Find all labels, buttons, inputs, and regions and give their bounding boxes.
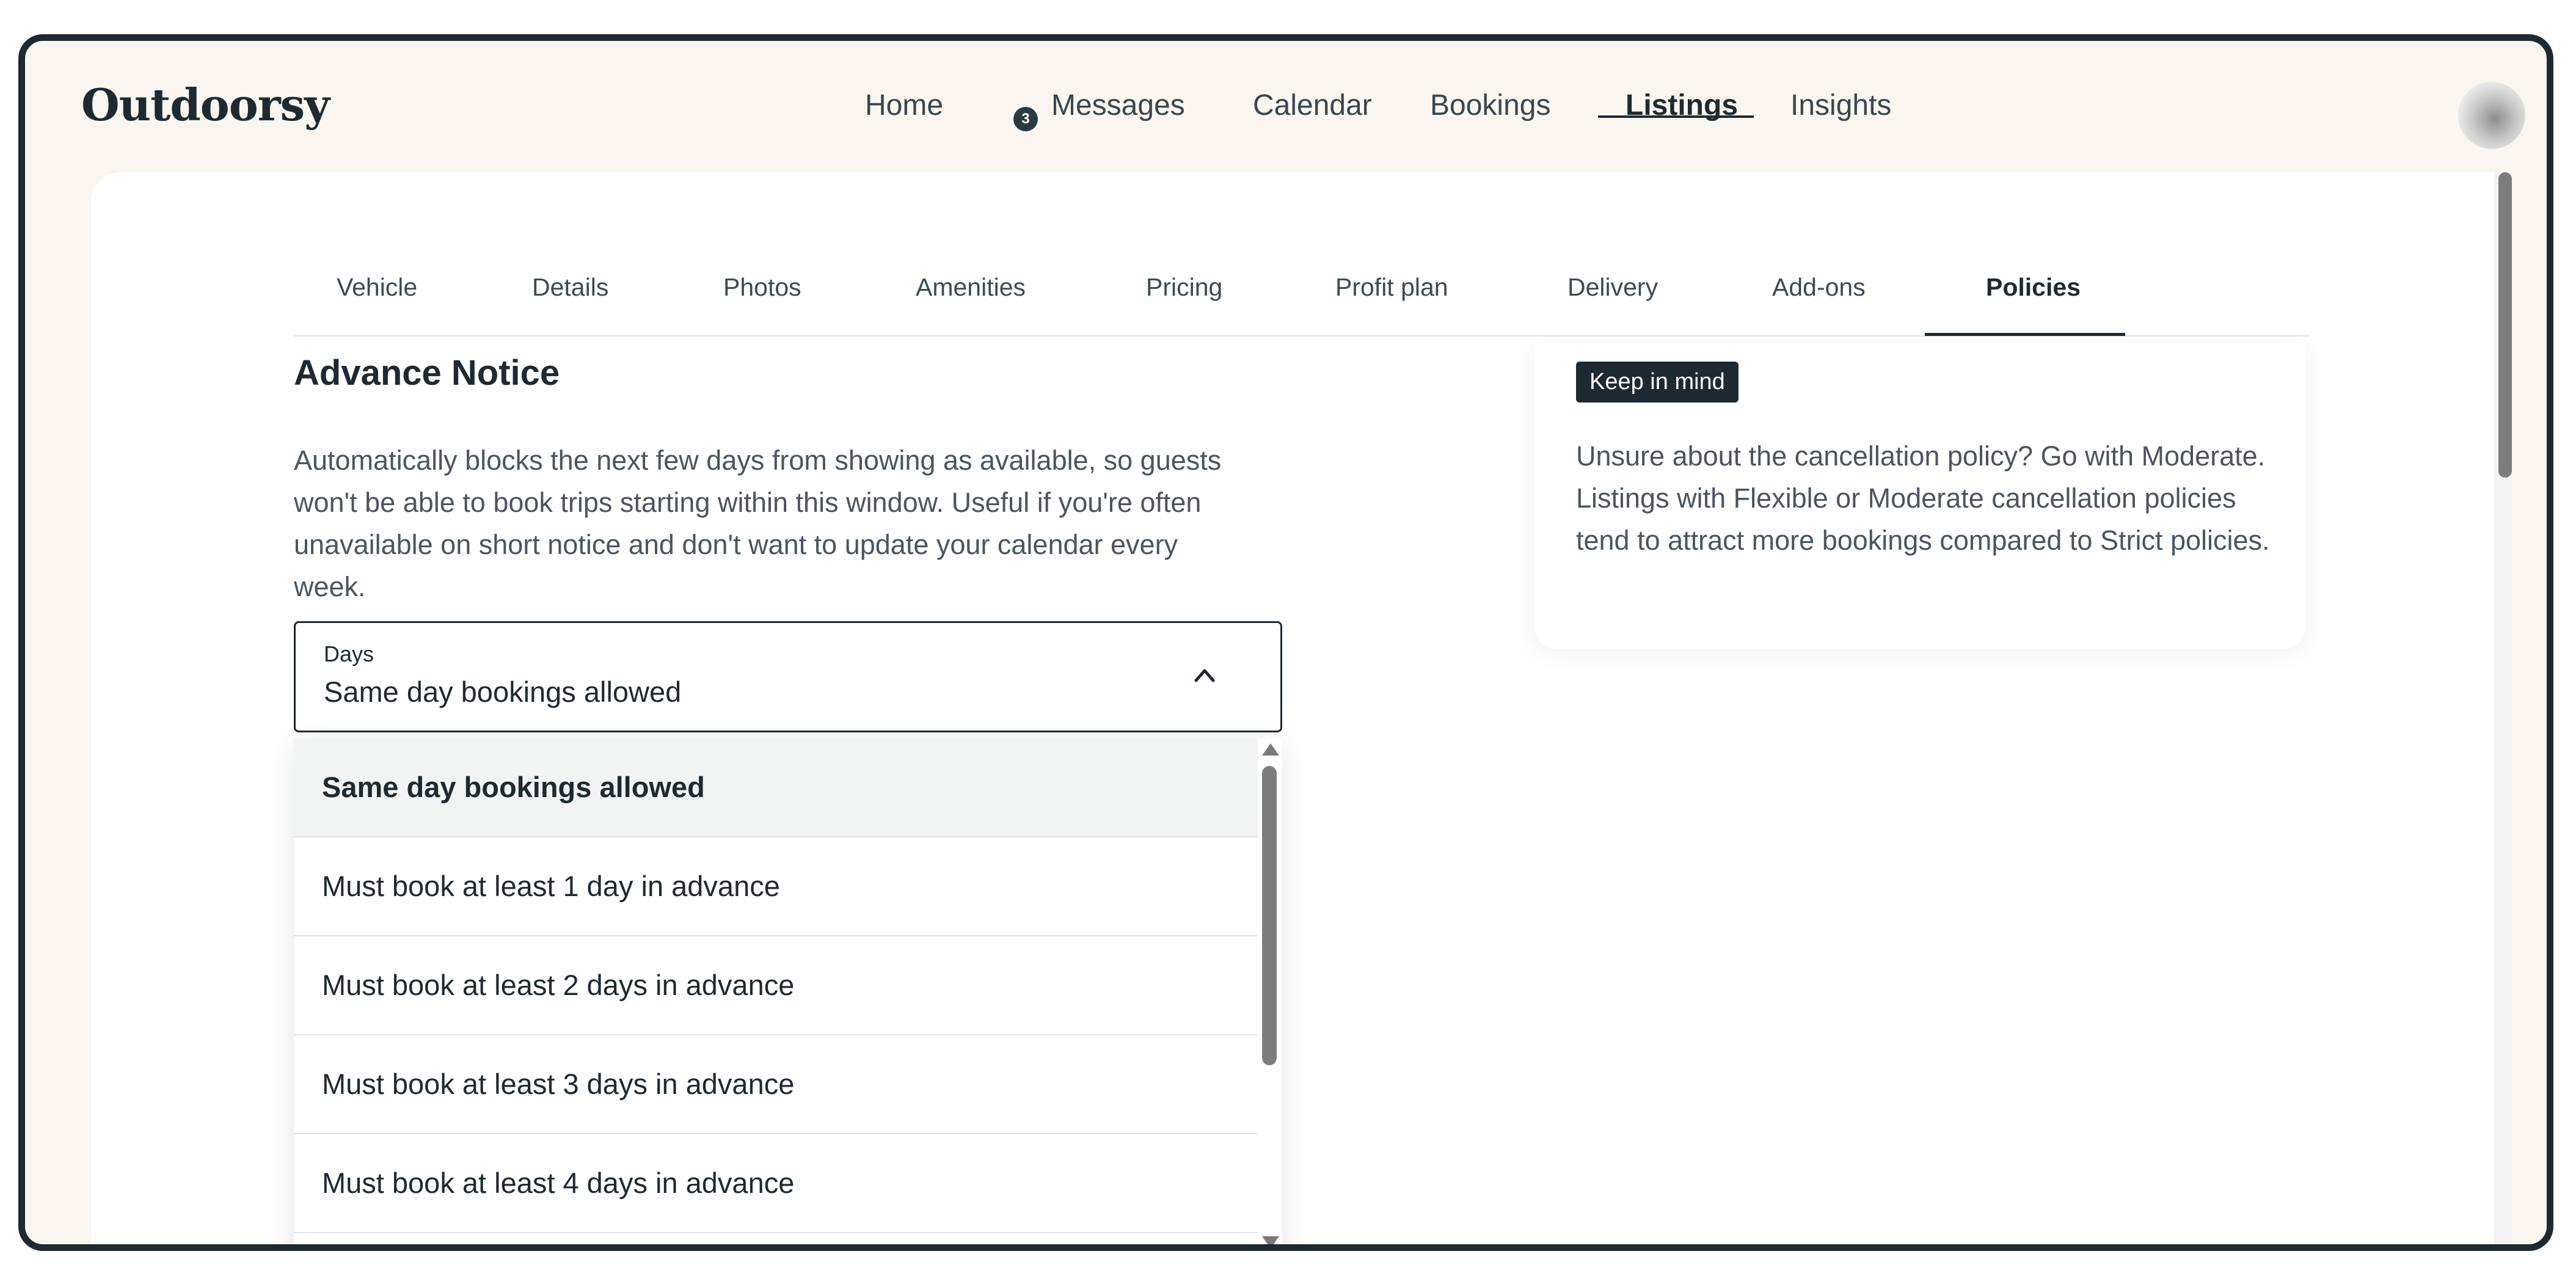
days-select-value: Same day bookings allowed [324,676,682,708]
listing-tabs: Vehicle Details Photos Amenities Pricing… [25,41,2547,301]
tab-add-ons[interactable]: Add-ons [1772,273,1866,302]
tab-amenities[interactable]: Amenities [916,273,1026,302]
chevron-up-icon[interactable] [1194,665,1216,687]
days-select-label: Days [324,641,374,666]
dropdown-option[interactable]: Same day bookings allowed [294,738,1258,837]
tab-policies[interactable]: Policies [1986,273,2081,302]
dropdown-option[interactable]: Must book at least 1 day in advance [294,837,1258,936]
keep-in-mind-text: Unsure about the cancellation policy? Go… [1576,440,2270,556]
days-dropdown-list: Same day bookings allowed Must book at l… [294,738,1282,1244]
dropdown-option[interactable]: Must book at least 4 days in advance [294,1134,1258,1233]
dropdown-scroll-down-icon[interactable] [1262,1236,1279,1244]
app-window: Outdoorsy Home 3 Messages Calendar Booki… [18,34,2553,1251]
keep-in-mind-badge: Keep in mind [1576,362,1739,403]
dropdown-scrollbar-thumb[interactable] [1262,766,1277,1065]
tab-details[interactable]: Details [532,273,608,302]
tab-pricing[interactable]: Pricing [1146,273,1222,302]
page-scrollbar-thumb[interactable] [2498,172,2512,478]
advance-notice-days-select[interactable]: Days Same day bookings allowed [294,621,1282,732]
tab-profit-plan[interactable]: Profit plan [1335,273,1448,302]
dropdown-scroll-up-icon[interactable] [1262,743,1279,756]
dropdown-option[interactable]: Must book at least 2 days in advance [294,936,1258,1035]
tab-active-underline [1925,333,2125,336]
keep-in-mind-card: Keep in mind Unsure about the cancellati… [1534,343,2305,649]
tab-photos[interactable]: Photos [723,273,801,302]
tab-delivery[interactable]: Delivery [1567,273,1658,302]
advance-notice-title: Advance Notice [294,353,560,393]
dropdown-option[interactable]: Must book at least 3 days in advance [294,1035,1258,1134]
tab-vehicle[interactable]: Vehicle [337,273,417,302]
advance-notice-description: Automatically blocks the next few days f… [294,445,1222,602]
